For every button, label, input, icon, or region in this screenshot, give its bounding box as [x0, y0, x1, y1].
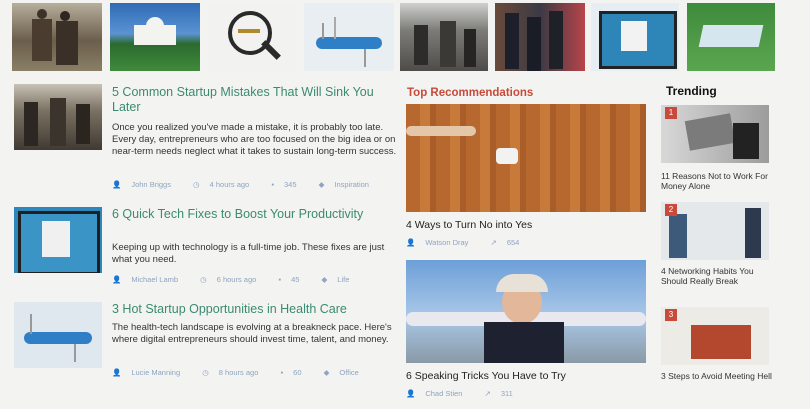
article-time: 6 hours ago	[216, 275, 257, 284]
trending-title[interactable]: 4 Networking Habits You Should Really Br…	[661, 266, 773, 286]
strip-thumb-tablet[interactable]	[591, 3, 679, 71]
user-icon: 👤	[406, 389, 416, 398]
article-image[interactable]	[14, 84, 102, 150]
trending-image[interactable]: 2	[661, 202, 769, 260]
article-image[interactable]	[14, 207, 102, 273]
strip-thumb-protest[interactable]	[400, 3, 488, 71]
recommendations-heading: Top Recommendations	[407, 87, 534, 99]
trending-item[interactable]: 2 4 Networking Habits You Should Really …	[661, 202, 771, 298]
article-excerpt: The health-tech landscape is evolving at…	[112, 322, 392, 345]
share-icon: ↗	[490, 238, 497, 247]
strip-thumb-field[interactable]	[687, 3, 775, 71]
comment-icon: ▪	[280, 368, 284, 377]
strip-thumb-white-house[interactable]	[110, 3, 200, 71]
recommendation-image[interactable]	[406, 104, 646, 212]
article-comments[interactable]: 45	[291, 275, 299, 284]
user-icon: 👤	[112, 275, 122, 284]
article-author[interactable]: Lucie Manning	[131, 368, 180, 377]
article-meta: 👤 Michael Lamb ◷ 6 hours ago ▪ 45 ◆ Life	[112, 275, 369, 284]
article-author[interactable]: Michael Lamb	[131, 275, 178, 284]
tag-icon: ◆	[323, 368, 330, 377]
trending-item[interactable]: 3 3 Steps to Avoid Meeting Hell	[661, 307, 773, 397]
trending-rank: 2	[665, 204, 677, 216]
recommendation-image[interactable]	[406, 260, 646, 363]
strip-thumb-soldiers[interactable]	[12, 3, 102, 71]
clock-icon: ◷	[193, 180, 200, 189]
user-icon: 👤	[112, 368, 122, 377]
share-icon: ↗	[484, 389, 491, 398]
article-item[interactable]: 5 Common Startup Mistakes That Will Sink…	[14, 84, 397, 192]
recommendation-meta: 👤 Watson Dray ↗ 654	[406, 238, 646, 247]
tag-icon: ◆	[321, 275, 328, 284]
article-item[interactable]: 6 Quick Tech Fixes to Boost Your Product…	[14, 207, 394, 287]
trending-image[interactable]: 3	[661, 307, 769, 365]
article-time: 8 hours ago	[218, 368, 259, 377]
strip-thumb-swiss-knife[interactable]	[304, 3, 394, 71]
strip-thumb-presidents[interactable]	[495, 3, 585, 71]
tag-icon: ◆	[318, 180, 325, 189]
trending-heading: Trending	[666, 84, 717, 98]
article-comments[interactable]: 345	[284, 180, 297, 189]
top-image-strip	[12, 3, 778, 71]
article-category[interactable]: Inspiration	[334, 180, 369, 189]
recommendation-author[interactable]: Chad Stien	[425, 389, 462, 398]
trending-image[interactable]: 1	[661, 105, 769, 163]
article-meta: 👤 John Briggs ◷ 4 hours ago ▪ 345 ◆ Inspirat…	[112, 180, 389, 189]
article-excerpt: Once you realized you've made a mistake,…	[112, 122, 397, 157]
article-category[interactable]: Office	[339, 368, 358, 377]
recommendation-author[interactable]: Watson Dray	[425, 238, 468, 247]
clock-icon: ◷	[202, 368, 209, 377]
article-excerpt: Keeping up with technology is a full-tim…	[112, 242, 385, 265]
recommendation-meta: 👤 Chad Stien ↗ 311	[406, 389, 646, 398]
trending-title[interactable]: 3 Steps to Avoid Meeting Hell	[661, 371, 773, 381]
user-icon: 👤	[406, 238, 416, 247]
strip-thumb-key-magnifier[interactable]	[208, 3, 296, 71]
trending-rank: 1	[665, 107, 677, 119]
user-icon: 👤	[112, 180, 122, 189]
article-author[interactable]: John Briggs	[131, 180, 171, 189]
comment-icon: ▪	[278, 275, 282, 284]
article-title[interactable]: 3 Hot Startup Opportunities in Health Ca…	[112, 302, 402, 317]
article-category[interactable]: Life	[337, 275, 349, 284]
trending-item[interactable]: 1 11 Reasons Not to Work For Money Alone	[661, 105, 771, 195]
recommendation-shares: 654	[506, 238, 520, 247]
article-time: 4 hours ago	[209, 180, 250, 189]
article-meta: 👤 Lucie Manning ◷ 8 hours ago ▪ 60 ◆ Office	[112, 368, 379, 377]
trending-rank: 3	[665, 309, 677, 321]
article-title[interactable]: 6 Quick Tech Fixes to Boost Your Product…	[112, 207, 402, 222]
article-title[interactable]: 5 Common Startup Mistakes That Will Sink…	[112, 85, 402, 115]
comment-icon: ▪	[271, 180, 274, 189]
article-image[interactable]	[14, 302, 102, 368]
recommendation-shares: 311	[500, 389, 513, 398]
trending-title[interactable]: 11 Reasons Not to Work For Money Alone	[661, 171, 773, 191]
recommendation-title[interactable]: 6 Speaking Tricks You Have to Try	[406, 370, 646, 382]
article-comments[interactable]: 60	[293, 368, 301, 377]
article-item[interactable]: 3 Hot Startup Opportunities in Health Ca…	[14, 302, 394, 402]
recommendation-title[interactable]: 4 Ways to Turn No into Yes	[406, 219, 646, 231]
clock-icon: ◷	[200, 275, 207, 284]
